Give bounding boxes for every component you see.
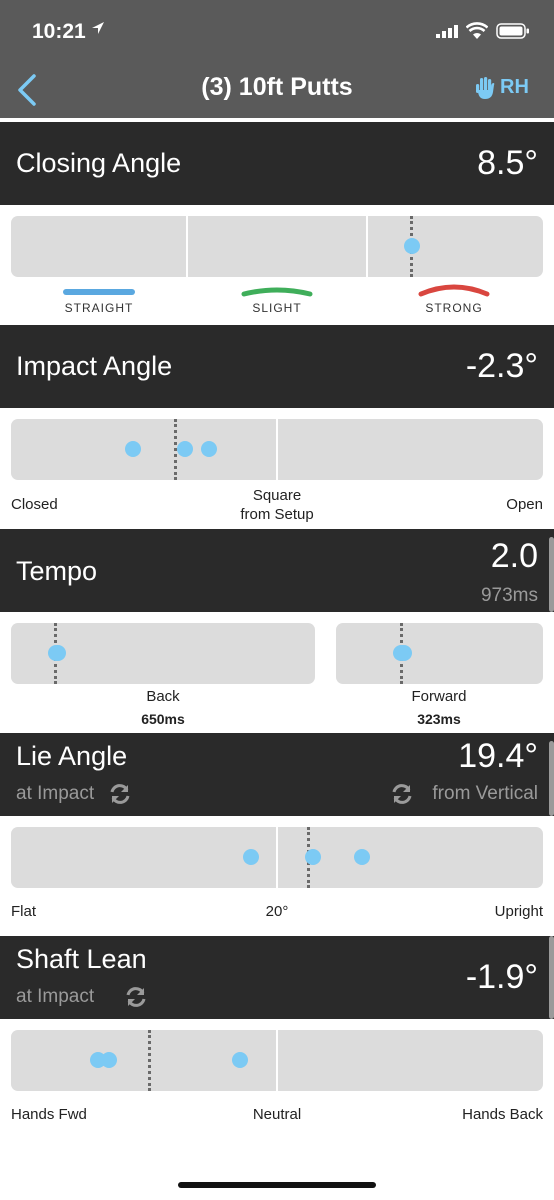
shot-dot — [396, 645, 412, 661]
forward-label: Forward — [411, 688, 467, 705]
closing-angle-track — [11, 216, 543, 277]
strong-zone-label: STRONG — [425, 301, 483, 315]
hands-back-label: Hands Back — [462, 1106, 543, 1123]
scrollbar[interactable] — [549, 936, 554, 1019]
shaft-lean-header: Shaft Lean -1.9° at Impact — [0, 936, 554, 1019]
shot-dot — [50, 645, 66, 661]
shot-dot — [305, 849, 321, 865]
backswing-track — [11, 623, 315, 684]
location-arrow-icon — [90, 20, 106, 41]
handedness-toggle[interactable]: RH — [500, 76, 529, 99]
shot-dot — [354, 849, 370, 865]
center-divider — [276, 419, 278, 480]
shot-dot — [243, 849, 259, 865]
back-label: Back — [146, 688, 180, 705]
status-bar: 10:21 — [0, 0, 554, 60]
upright-label: Upright — [494, 903, 543, 920]
from-setup-label: from Setup — [240, 506, 314, 523]
strong-zone-marker — [418, 284, 490, 297]
zone-divider — [366, 216, 368, 277]
lie-angle-track — [11, 827, 543, 888]
hand-icon[interactable] — [474, 76, 496, 105]
impact-angle-value: -2.3° — [465, 347, 538, 385]
hands-forward-label: Hands Fwd — [11, 1106, 87, 1123]
scrollbar[interactable] — [549, 741, 554, 816]
shot-dot — [177, 441, 193, 457]
center-divider — [276, 1030, 278, 1091]
scrollbar[interactable] — [549, 537, 554, 612]
shot-dot — [125, 441, 141, 457]
back-time: 650ms — [141, 711, 185, 727]
open-label: Open — [506, 496, 543, 513]
shaft-lean-track — [11, 1030, 543, 1091]
wifi-icon — [465, 22, 489, 45]
target-line — [148, 1030, 151, 1091]
closing-angle-title: Closing Angle — [16, 148, 182, 178]
shot-dot — [404, 238, 420, 254]
tempo-title: Tempo — [16, 556, 98, 586]
cellular-signal-icon — [436, 25, 458, 43]
shaft-lean-subtitle: at Impact — [16, 986, 95, 1007]
slight-zone-label: SLIGHT — [252, 301, 302, 315]
home-indicator[interactable] — [178, 1182, 376, 1188]
page-title: (3) 10ft Putts — [201, 73, 353, 101]
lie-angle-value: 19.4° — [458, 737, 538, 775]
twenty-degree-label: 20° — [265, 903, 289, 920]
refresh-icon[interactable] — [390, 782, 414, 811]
flat-label: Flat — [11, 903, 37, 920]
battery-icon — [496, 23, 530, 44]
impact-angle-header: Impact Angle -2.3° — [0, 325, 554, 408]
straight-zone-marker — [63, 289, 135, 295]
square-label: Square — [252, 487, 302, 504]
closed-label: Closed — [11, 496, 58, 513]
shot-dot — [232, 1052, 248, 1068]
tempo-value: 2.0 — [490, 537, 538, 575]
shot-dot — [201, 441, 217, 457]
lie-angle-subtitle: at Impact — [16, 783, 95, 804]
status-time: 10:21 — [32, 20, 86, 43]
shot-dot — [101, 1052, 117, 1068]
slight-zone-marker — [241, 287, 313, 297]
zone-divider — [186, 216, 188, 277]
shaft-lean-value: -1.9° — [465, 958, 538, 996]
lie-angle-title: Lie Angle — [16, 741, 128, 771]
straight-zone-label: STRAIGHT — [64, 301, 134, 315]
impact-angle-title: Impact Angle — [16, 351, 173, 381]
refresh-icon[interactable] — [124, 985, 148, 1014]
forward-time: 323ms — [417, 711, 461, 727]
impact-angle-track — [11, 419, 543, 480]
forward-swing-track — [336, 623, 543, 684]
closing-angle-header: Closing Angle 8.5° — [0, 122, 554, 205]
center-divider — [276, 827, 278, 888]
neutral-label: Neutral — [252, 1106, 302, 1123]
tempo-header: Tempo 2.0 973ms — [0, 529, 554, 612]
tempo-total-time: 973ms — [480, 585, 538, 606]
shaft-lean-title: Shaft Lean — [16, 944, 147, 974]
lie-angle-header: Lie Angle 19.4° at Impact from Vertical — [0, 733, 554, 816]
lie-angle-reference: from Vertical — [432, 783, 538, 804]
refresh-icon[interactable] — [108, 782, 132, 811]
closing-angle-value: 8.5° — [477, 144, 538, 182]
nav-bar: (3) 10ft Putts RH — [0, 60, 554, 118]
